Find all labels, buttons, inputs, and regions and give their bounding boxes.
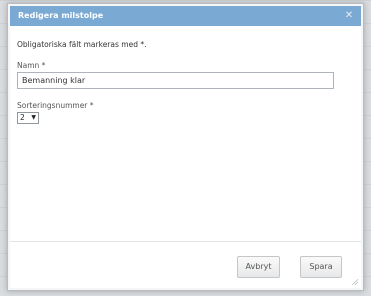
save-button[interactable]: Spara (300, 256, 342, 278)
chevron-down-icon: ▼ (31, 114, 36, 121)
sort-number-select[interactable]: 2 ▼ (17, 112, 39, 124)
sort-number-label: Sorteringsnummer * (17, 101, 94, 110)
dialog-title: Redigera milstolpe (18, 11, 104, 20)
dialog-body: Obligatoriska fält markeras med *. Namn … (10, 26, 361, 288)
sort-number-value: 2 (20, 113, 25, 122)
name-input[interactable] (17, 72, 334, 89)
footer-divider (10, 241, 361, 242)
resize-grip-icon[interactable] (351, 278, 358, 285)
dialog-titlebar[interactable]: Redigera milstolpe ✕ (10, 6, 361, 26)
close-icon[interactable]: ✕ (343, 6, 355, 26)
name-label: Namn * (17, 61, 46, 70)
cancel-button[interactable]: Avbryt (237, 256, 280, 278)
edit-milestone-dialog: Redigera milstolpe ✕ Obligatoriska fält … (7, 3, 364, 291)
required-fields-note: Obligatoriska fält markeras med *. (17, 40, 147, 49)
